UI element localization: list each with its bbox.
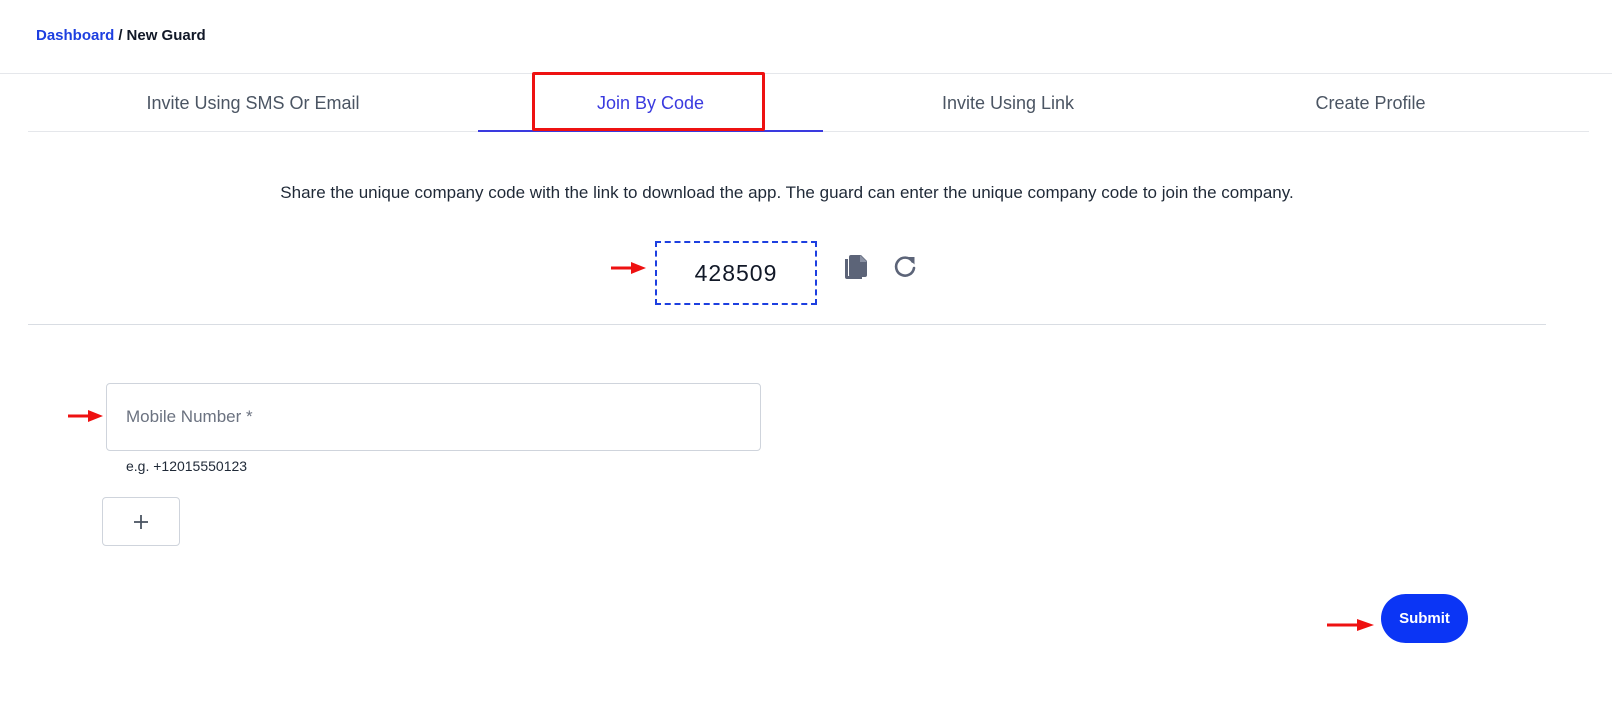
annotation-arrow bbox=[611, 261, 647, 280]
submit-button[interactable]: Submit bbox=[1381, 594, 1468, 643]
page: Dashboard / New Guard Invite Using SMS Or … bbox=[0, 0, 1612, 701]
annotation-arrow bbox=[68, 409, 104, 428]
section-divider bbox=[28, 324, 1546, 325]
tab-create-profile[interactable]: Create Profile bbox=[1193, 74, 1548, 132]
plus-icon bbox=[134, 514, 148, 529]
company-code-box: 428509 bbox=[655, 241, 817, 305]
mobile-number-input[interactable] bbox=[106, 383, 761, 451]
tab-invite-sms-email[interactable]: Invite Using SMS Or Email bbox=[28, 74, 478, 132]
breadcrumb: Dashboard / New Guard bbox=[36, 27, 206, 44]
breadcrumb-dashboard-link[interactable]: Dashboard bbox=[36, 27, 114, 44]
add-number-button[interactable] bbox=[102, 497, 180, 546]
tab-bar: Invite Using SMS Or Email Join By Code I… bbox=[28, 74, 1589, 132]
join-code-description: Share the unique company code with the l… bbox=[280, 183, 1294, 202]
refresh-icon[interactable] bbox=[890, 253, 920, 281]
annotation-highlight-box bbox=[532, 72, 765, 131]
mobile-number-hint: e.g. +12015550123 bbox=[126, 458, 248, 474]
copy-icon[interactable] bbox=[841, 253, 871, 283]
tab-invite-using-link[interactable]: Invite Using Link bbox=[823, 74, 1193, 132]
annotation-arrow bbox=[1327, 618, 1375, 637]
breadcrumb-separator: / bbox=[118, 27, 123, 44]
breadcrumb-current: New Guard bbox=[126, 27, 206, 44]
